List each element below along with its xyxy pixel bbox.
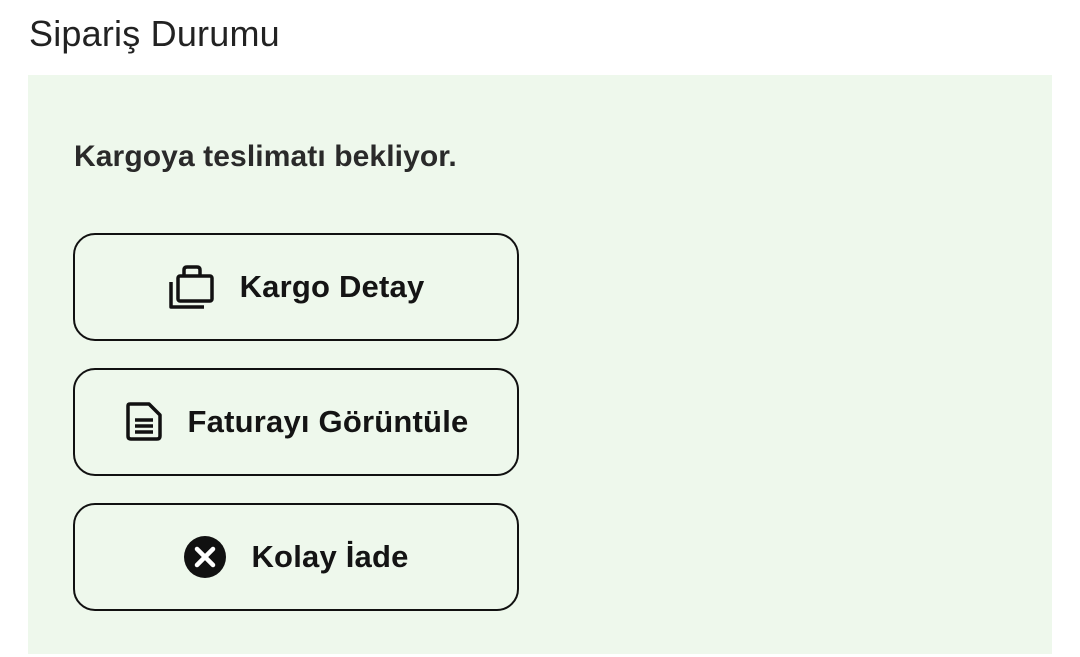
cargo-detail-button[interactable]: Kargo Detay	[73, 233, 519, 341]
view-invoice-label: Faturayı Görüntüle	[187, 404, 469, 439]
view-invoice-button[interactable]: Faturayı Görüntüle	[73, 368, 519, 476]
cancel-circle-icon	[183, 535, 227, 579]
luggage-icon	[168, 265, 216, 309]
order-status-card: Kargoya teslimatı bekliyor. Kargo Detay …	[28, 75, 1052, 654]
easy-return-button[interactable]: Kolay İade	[73, 503, 519, 611]
easy-return-label: Kolay İade	[251, 539, 409, 574]
document-icon	[124, 402, 164, 442]
status-message: Kargoya teslimatı bekliyor.	[74, 140, 457, 173]
cargo-detail-label: Kargo Detay	[239, 269, 425, 304]
section-title: Sipariş Durumu	[29, 13, 280, 54]
